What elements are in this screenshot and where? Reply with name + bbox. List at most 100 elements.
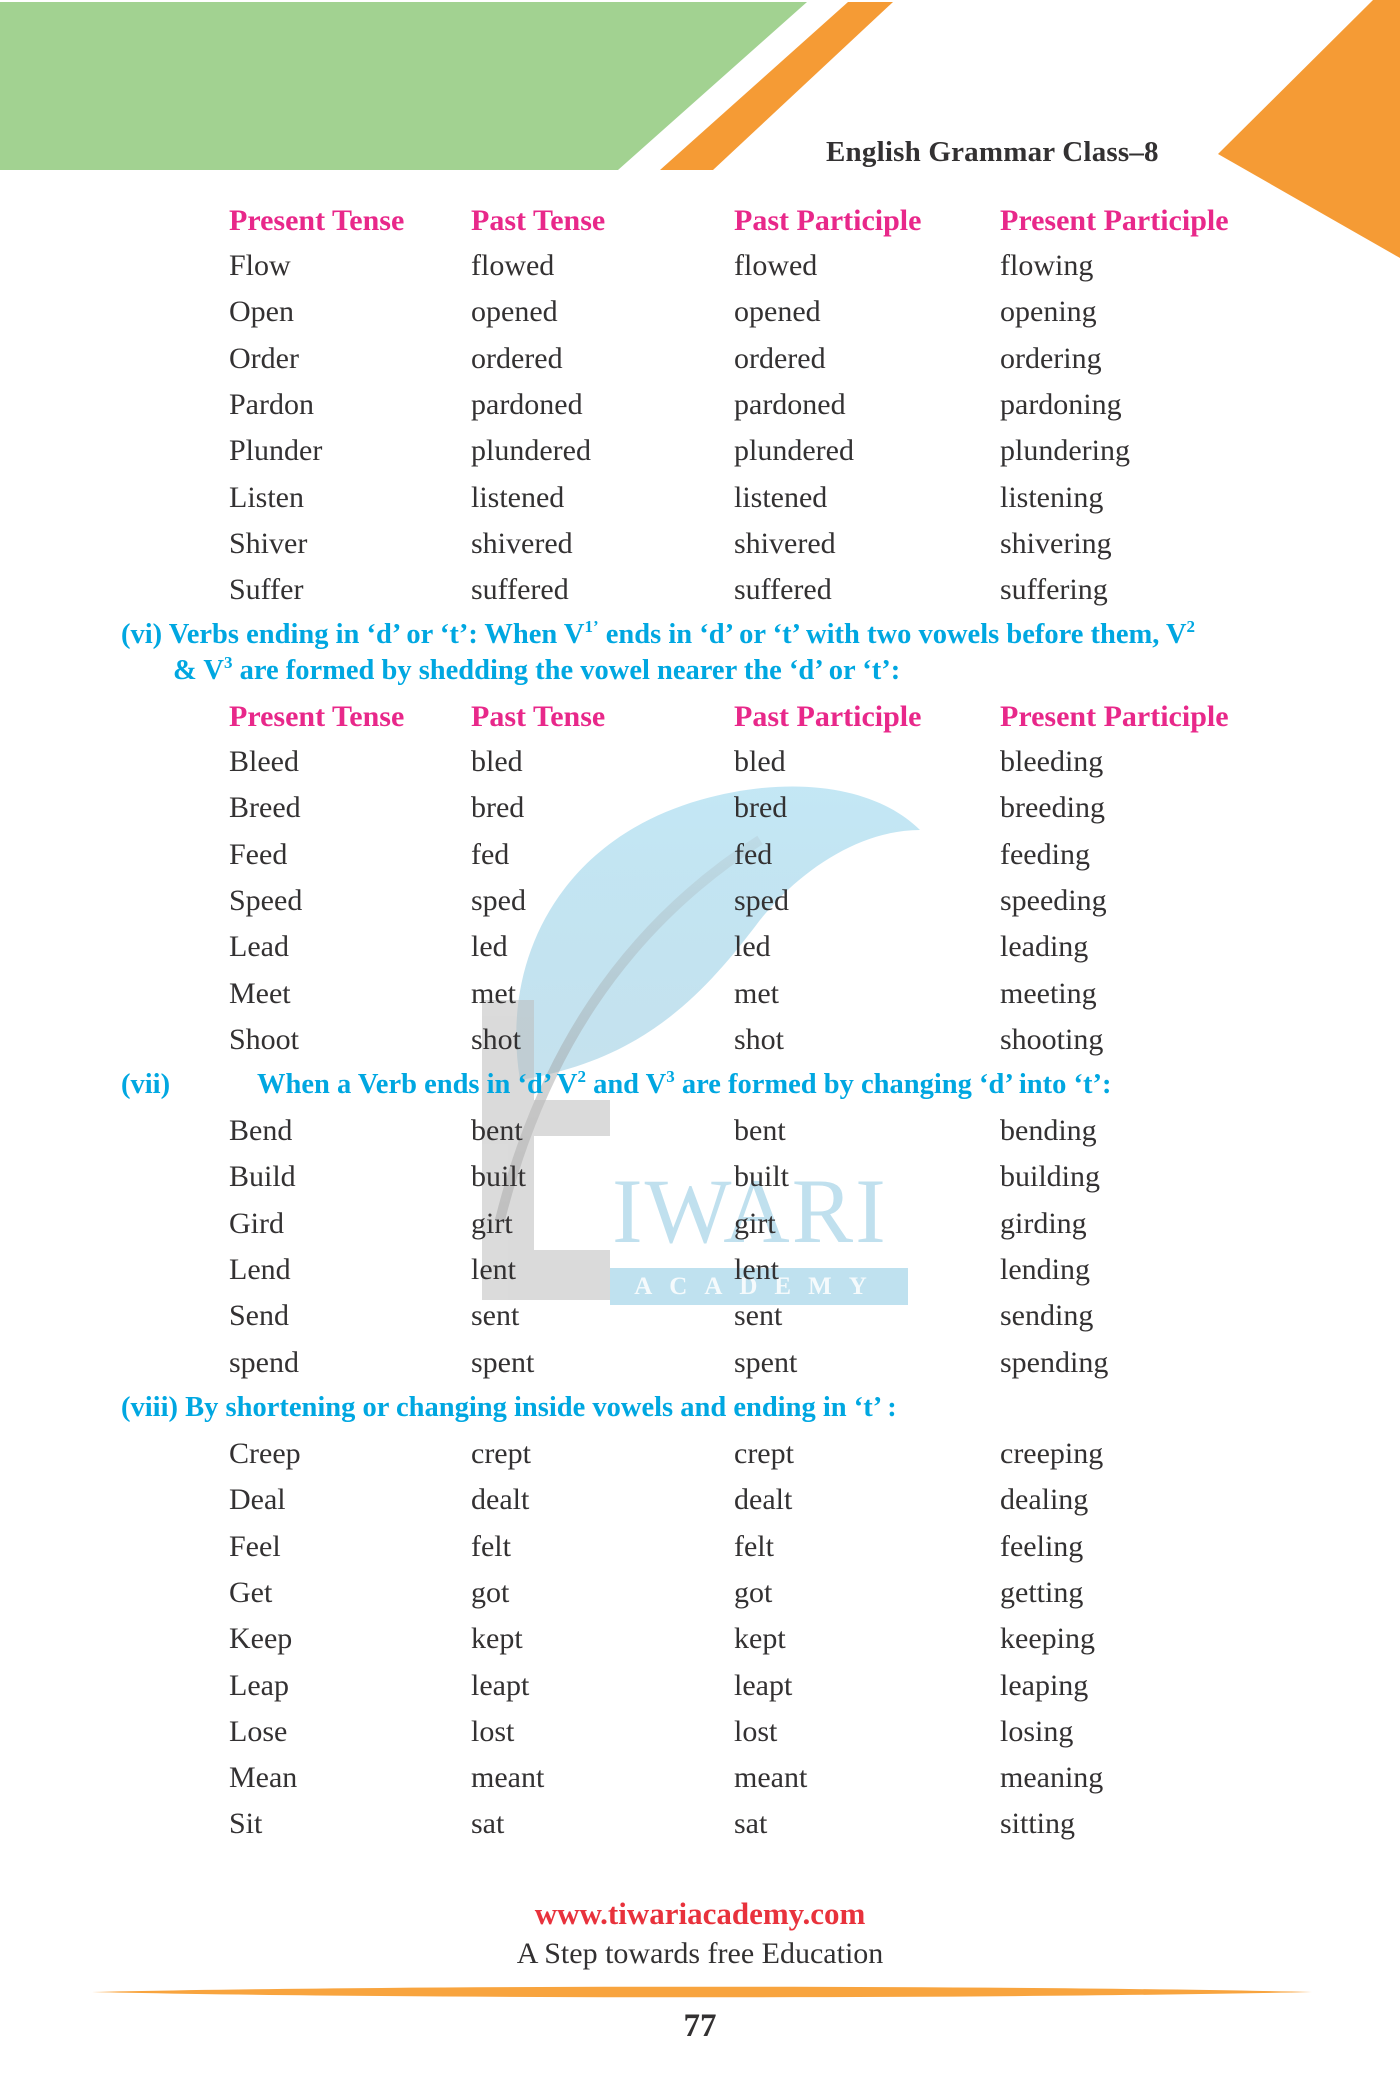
section-vii-cell-past-tense: girt	[471, 1206, 513, 1240]
section-vi-column-header-present-participle: Present Participle	[1000, 700, 1229, 733]
section-vi-cell-present-tense: Breed	[229, 791, 301, 825]
table1-cell-past-tense: listened	[471, 480, 565, 514]
section-viii-cell-present-tense: Get	[229, 1575, 273, 1609]
section-vi-cell-past-tense: led	[471, 930, 508, 964]
section-vii-cell-present-participle: girding	[1000, 1206, 1087, 1240]
table1-cell-past-participle: suffered	[734, 573, 832, 607]
table1-cell-past-tense: plundered	[471, 434, 591, 468]
orange-corner-triangle	[1218, 0, 1400, 258]
section-vii-cell-past-tense: built	[471, 1160, 527, 1194]
section-viii-cell-present-tense: Creep	[229, 1437, 301, 1470]
section-viii-cell-present-participle: leaping	[1000, 1668, 1089, 1702]
section-viii-number: (viii)	[121, 1392, 178, 1423]
section-vii-cell-past-participle: lent	[734, 1252, 779, 1286]
section-viii-cell-present-tense: Sit	[229, 1807, 263, 1841]
section-vii-cell-past-tense: lent	[471, 1252, 516, 1286]
section-viii-cell-past-tense: kept	[471, 1622, 523, 1656]
section-vii-number: (vii)	[121, 1069, 171, 1100]
footer-website-link[interactable]: www.tiwariacademy.com	[0, 1896, 1400, 1932]
table1-cell-past-tense: pardoned	[471, 387, 583, 421]
superscript: 2	[1186, 617, 1196, 636]
section-vi-column-header-past-tense: Past Tense	[471, 700, 606, 733]
table1-cell-present-participle: flowing	[1000, 249, 1094, 282]
section-vii-cell-past-participle: bent	[734, 1114, 786, 1147]
section-vii-cell-present-tense: spend	[229, 1345, 299, 1379]
section-vi-column-header-present-tense: Present Tense	[229, 700, 405, 733]
page-number: 77	[683, 2008, 717, 2044]
footer-tagline: A Step towards free Education	[516, 1937, 884, 1970]
section-vii-cell-present-participle: bending	[1000, 1114, 1097, 1147]
section-vii-cell-present-tense: Bend	[229, 1114, 293, 1147]
section-vii-cell-present-participle: lending	[1000, 1252, 1090, 1286]
section-viii-cell-past-participle: meant	[734, 1761, 808, 1795]
table1-column-header-present-tense: Present Tense	[229, 204, 405, 237]
section-vii-cell-present-participle: building	[1000, 1160, 1101, 1194]
section-viii-cell-past-participle: crept	[734, 1437, 794, 1470]
table1-cell-present-tense: Order	[229, 341, 299, 375]
section-viii-cell-past-participle: lost	[734, 1714, 778, 1748]
section-viii-cell-present-tense: Keep	[229, 1622, 293, 1656]
section-viii-cell-present-participle: feeling	[1000, 1529, 1084, 1563]
section-vi-cell-past-tense: bled	[471, 745, 523, 778]
section-vii-text-b: and V	[585, 1069, 667, 1100]
section-viii-cell-present-participle: getting	[1000, 1575, 1084, 1609]
section-vi-cell-present-participle: bleeding	[1000, 745, 1104, 778]
table1-cell-past-tense: flowed	[471, 249, 555, 282]
section-viii-cell-past-tense: dealt	[471, 1483, 530, 1517]
table1-cell-past-participle: listened	[734, 480, 828, 514]
section-vi-cell-past-participle: fed	[734, 837, 773, 871]
section-vii-cell-past-tense: spent	[471, 1345, 535, 1379]
section-vi-cell-past-participle: met	[734, 976, 779, 1010]
section-vi-column-header-past-participle: Past Participle	[734, 700, 922, 733]
table1-cell-present-tense: Shiver	[229, 526, 308, 560]
section-vi-cell-present-tense: Meet	[229, 976, 291, 1010]
section-vi-cell-present-tense: Speed	[229, 883, 303, 917]
section-vii-text-a: When a Verb ends in ‘d’ V	[257, 1069, 578, 1100]
section-viii-cell-past-tense: crept	[471, 1437, 531, 1470]
section-vi-cell-past-participle: sped	[734, 883, 789, 917]
section-vi-cell-past-participle: shot	[734, 1022, 785, 1056]
section-vi-cell-past-participle: led	[734, 930, 771, 964]
superscript: 1’	[584, 617, 599, 636]
section-viii-cell-past-tense: got	[471, 1575, 510, 1609]
section-viii-cell-present-participle: creeping	[1000, 1437, 1104, 1470]
section-vi-text-c: & V	[173, 655, 224, 686]
section-viii-cell-present-tense: Deal	[229, 1483, 286, 1517]
section-vii-cell-past-participle: girt	[734, 1206, 776, 1240]
table1-cell-past-participle: opened	[734, 295, 821, 329]
section-vii-heading: When a Verb ends in ‘d’ V2 and V3 are fo…	[257, 1067, 1111, 1103]
table1-cell-present-participle: shivering	[1000, 526, 1112, 560]
table1-cell-past-tense: ordered	[471, 341, 563, 375]
section-vi-cell-present-participle: leading	[1000, 930, 1089, 964]
section-viii-cell-past-tense: lost	[471, 1714, 515, 1748]
section-vii-cell-present-tense: Build	[229, 1160, 296, 1194]
table1-cell-present-tense: Listen	[229, 480, 304, 514]
table1-cell-present-tense: Suffer	[229, 573, 304, 607]
section-viii-cell-present-participle: meaning	[1000, 1761, 1104, 1795]
section-vii-text-c: are formed by changing ‘d’ into ‘t’:	[674, 1069, 1112, 1100]
section-viii-cell-past-participle: dealt	[734, 1483, 793, 1517]
section-vii-cell-past-tense: sent	[471, 1299, 520, 1333]
green-header-banner	[0, 2, 807, 170]
section-viii-text: By shortening or changing inside vowels …	[185, 1392, 897, 1423]
section-vii-cell-present-participle: spending	[1000, 1345, 1109, 1379]
section-viii-cell-past-tense: leapt	[471, 1668, 530, 1702]
table1-cell-present-participle: opening	[1000, 295, 1097, 329]
table1-cell-past-tense: opened	[471, 295, 558, 329]
section-vii-cell-present-participle: sending	[1000, 1299, 1094, 1333]
superscript: 2	[577, 1067, 586, 1086]
section-vi-text-a: Verbs ending in ‘d’ or ‘t’: When V	[168, 619, 585, 650]
table1-cell-present-tense: Pardon	[229, 387, 314, 421]
table1-cell-present-participle: listening	[1000, 480, 1104, 514]
section-vi-cell-present-participle: breeding	[1000, 791, 1105, 825]
table1-cell-past-participle: ordered	[734, 341, 826, 375]
section-vii-cell-present-tense: Send	[229, 1299, 289, 1333]
section-viii-cell-past-tense: sat	[471, 1807, 505, 1841]
table1-column-header-present-participle: Present Participle	[1000, 204, 1229, 237]
section-vi-cell-present-tense: Bleed	[229, 745, 299, 778]
section-vii-cell-past-participle: spent	[734, 1345, 798, 1379]
section-viii-cell-present-participle: sitting	[1000, 1807, 1076, 1841]
section-vi-cell-present-participle: shooting	[1000, 1022, 1104, 1056]
section-vi-cell-present-participle: speeding	[1000, 883, 1107, 917]
section-vi-heading-line1: (vi) Verbs ending in ‘d’ or ‘t’: When V1…	[121, 617, 1195, 653]
